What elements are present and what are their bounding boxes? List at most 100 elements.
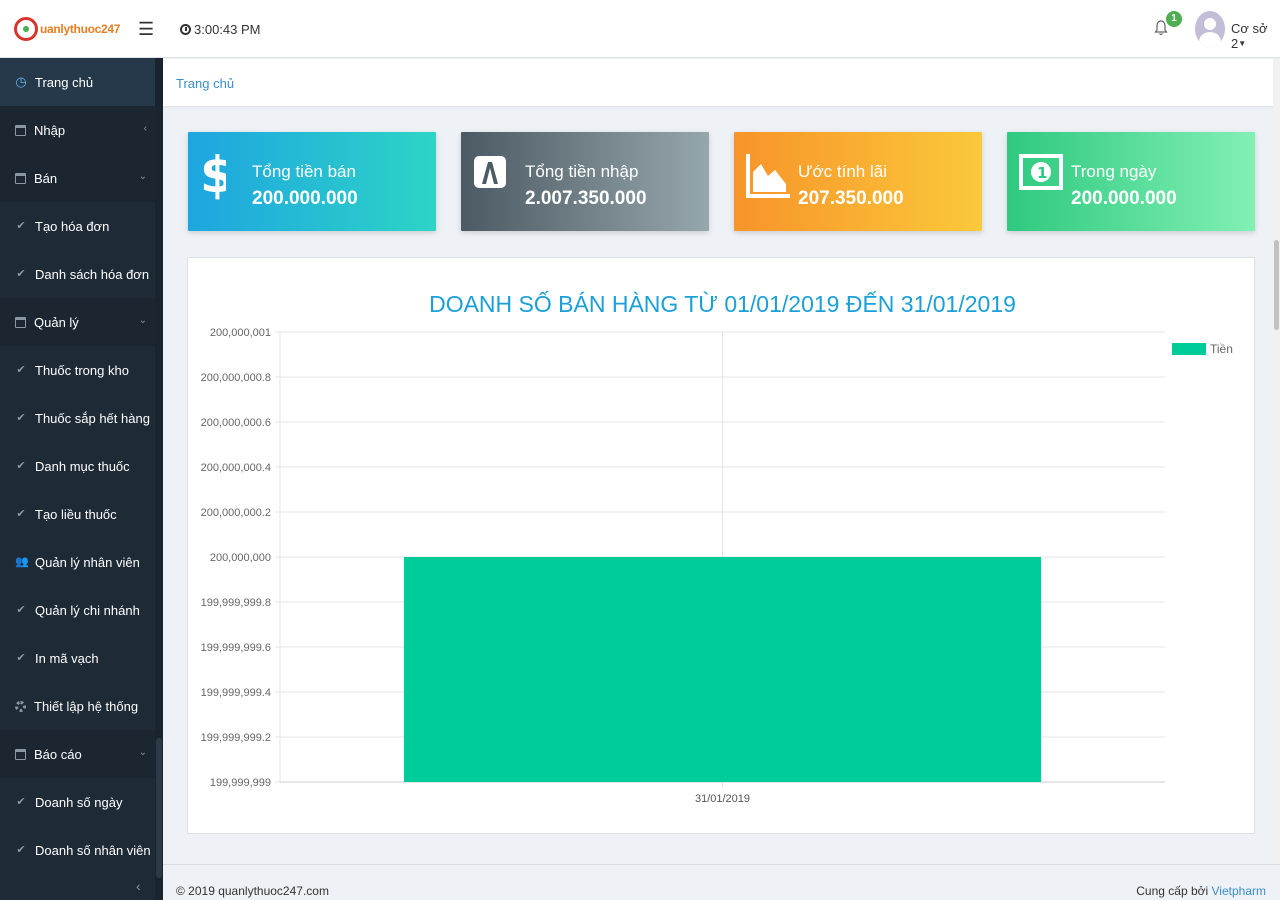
y-tick-label: 200,000,000.6	[201, 417, 271, 429]
y-tick-label: 199,999,999	[210, 777, 271, 789]
sidebar-item[interactable]: ✔ In mã vạch	[0, 634, 155, 682]
y-tick-label: 200,000,000.8	[201, 372, 271, 384]
chevron-left-icon: ‹	[143, 123, 147, 134]
sidebar-item[interactable]: ✔ Danh sách hóa đơn	[0, 250, 155, 298]
branch-selector[interactable]: Cơ sở 2▼	[1231, 21, 1280, 51]
page-scrollbar[interactable]	[1273, 59, 1280, 865]
sidebar-item[interactable]: ✔ Doanh số nhân viên	[0, 826, 155, 874]
sidebar-item[interactable]: Quản lý ⌄	[0, 298, 155, 346]
provider-text: Cung cấp bởi Vietpharm	[1136, 884, 1266, 898]
sidebar-item[interactable]: ✔ Doanh số ngày	[0, 778, 155, 826]
sidebar-item-label: Thiết lập hệ thống	[34, 698, 139, 714]
stat-card-value: 200.000.000	[252, 188, 358, 209]
sidebar-item-label: Nhập	[34, 122, 66, 138]
sidebar-item-label: Bán	[34, 170, 58, 186]
sidebar-item-label: Tạo liều thuốc	[35, 506, 117, 522]
legend-swatch	[1172, 343, 1206, 355]
clock-icon	[180, 24, 191, 35]
check-icon: ✔	[16, 652, 26, 664]
sidebar-item[interactable]: Bán ⌄	[0, 154, 155, 202]
calendar-icon	[15, 748, 26, 760]
stat-card-title: Tổng tiền nhập	[525, 162, 639, 181]
vietpharm-link[interactable]: Vietpharm	[1212, 884, 1266, 898]
y-tick-label: 199,999,999.8	[201, 597, 271, 609]
check-icon: ✔	[16, 796, 26, 808]
clock: 3:00:43 PM	[180, 22, 261, 37]
sidebar-item[interactable]: ◷ Trang chủ	[0, 58, 155, 106]
check-icon: ✔	[16, 268, 26, 280]
provider-prefix: Cung cấp bởi	[1136, 884, 1212, 898]
svg-text:1: 1	[1037, 164, 1047, 182]
sidebar-item[interactable]: ✔ Tạo liều thuốc	[0, 490, 155, 538]
sidebar-item-label: Danh mục thuốc	[35, 458, 130, 474]
chevron-down-icon: ⌄	[138, 747, 147, 758]
area-chart-icon	[746, 152, 792, 203]
page-scrollbar-thumb[interactable]	[1274, 240, 1279, 330]
y-tick-label: 200,000,000.2	[201, 507, 271, 519]
clock-time: 3:00:43 PM	[194, 22, 261, 37]
chart-title: DOANH SỐ BÁN HÀNG TỪ 01/01/2019 ĐẾN 31/0…	[429, 290, 1016, 317]
stat-card: $ Tổng tiền bán 200.000.000	[188, 132, 436, 231]
chevron-down-icon: ⌄	[138, 315, 147, 326]
breadcrumb: Trang chủ	[163, 59, 1280, 106]
y-tick-label: 200,000,001	[210, 327, 271, 339]
logo-text: uanlythuoc247	[40, 22, 121, 36]
y-tick-label: 199,999,999.2	[201, 732, 271, 744]
gear-icon	[15, 700, 26, 712]
breadcrumb-home-link[interactable]: Trang chủ	[176, 76, 234, 91]
branch-label: Cơ sở 2	[1231, 21, 1268, 51]
sidebar-item-label: Thuốc sắp hết hàng	[35, 410, 150, 426]
sidebar-item[interactable]: ✔ Quản lý chi nhánh	[0, 586, 155, 634]
sidebar-item-label: Quản lý	[34, 314, 79, 330]
y-tick-label: 200,000,000.4	[201, 462, 271, 474]
check-icon: ✔	[16, 220, 26, 232]
sales-chart: DOANH SỐ BÁN HÀNG TỪ 01/01/2019 ĐẾN 31/0…	[201, 290, 1233, 805]
logo[interactable]: uanlythuoc247	[14, 16, 120, 42]
sidebar-item-label: Báo cáo	[34, 746, 82, 762]
stat-card-value: 207.350.000	[798, 188, 904, 209]
sidebar: ◷ Trang chủ Nhập ‹ Bán ⌄ ✔ Tạo hóa đơn ✔ Danh sác…	[0, 58, 155, 900]
stat-card-value: 2.007.350.000	[525, 188, 647, 209]
notification-badge: 1	[1166, 11, 1182, 27]
check-icon: ✔	[16, 508, 26, 520]
check-icon: ✔	[16, 844, 26, 856]
sidebar-item[interactable]: Báo cáo ⌄	[0, 730, 155, 778]
sidebar-item-label: Danh sách hóa đơn	[35, 266, 150, 282]
calendar-icon	[15, 124, 26, 136]
check-icon: ✔	[16, 364, 26, 376]
sidebar-item-label: In mã vạch	[35, 650, 99, 666]
sidebar-item[interactable]: ✔ Thuốc sắp hết hàng	[0, 394, 155, 442]
stat-card-title: Ước tính lãi	[798, 162, 887, 181]
dollar-icon: $	[200, 146, 235, 207]
sidebar-item[interactable]: Thiết lập hệ thống	[0, 682, 155, 730]
sidebar-item[interactable]: 👥 Quản lý nhân viên	[0, 538, 155, 586]
sidebar-item[interactable]: ✔ Danh mục thuốc	[0, 442, 155, 490]
footer: © 2019 quanlythuoc247.com Cung cấp bởi V…	[163, 864, 1280, 900]
check-icon: ✔	[16, 604, 26, 616]
check-icon: ✔	[16, 460, 26, 472]
money-icon: 1	[1019, 152, 1063, 197]
sidebar-item[interactable]: ✔ Tạo hóa đơn	[0, 202, 155, 250]
check-icon: ✔	[16, 412, 26, 424]
stat-card-value: 200.000.000	[1071, 188, 1177, 209]
sidebar-item-label: Doanh số ngày	[35, 794, 123, 810]
caret-down-icon: ▼	[1238, 39, 1247, 48]
sidebar-scrollbar-thumb[interactable]	[156, 738, 162, 878]
x-tick-label: 31/01/2019	[695, 793, 750, 805]
sidebar-item-label: Tạo hóa đơn	[35, 218, 110, 234]
users-icon: 👥	[15, 556, 29, 568]
y-tick-label: 199,999,999.4	[201, 687, 271, 699]
sidebar-item-label: Quản lý chi nhánh	[35, 602, 140, 618]
stat-card-title: Trong ngày	[1071, 162, 1157, 181]
chevron-down-icon: ⌄	[138, 171, 147, 182]
sidebar-item-label: Thuốc trong kho	[35, 362, 129, 378]
bar	[403, 557, 1042, 782]
menu-toggle-icon[interactable]: ☰	[138, 20, 156, 38]
sidebar-item[interactable]: Nhập ‹	[0, 106, 155, 154]
avatar[interactable]	[1195, 11, 1225, 47]
calendar-icon	[15, 316, 26, 328]
sidebar-item[interactable]: ✔ Thuốc trong kho	[0, 346, 155, 394]
y-tick-label: 199,999,999.6	[201, 642, 271, 654]
svg-text:$: $	[200, 146, 226, 202]
sidebar-collapse-icon[interactable]: ‹	[136, 878, 141, 894]
